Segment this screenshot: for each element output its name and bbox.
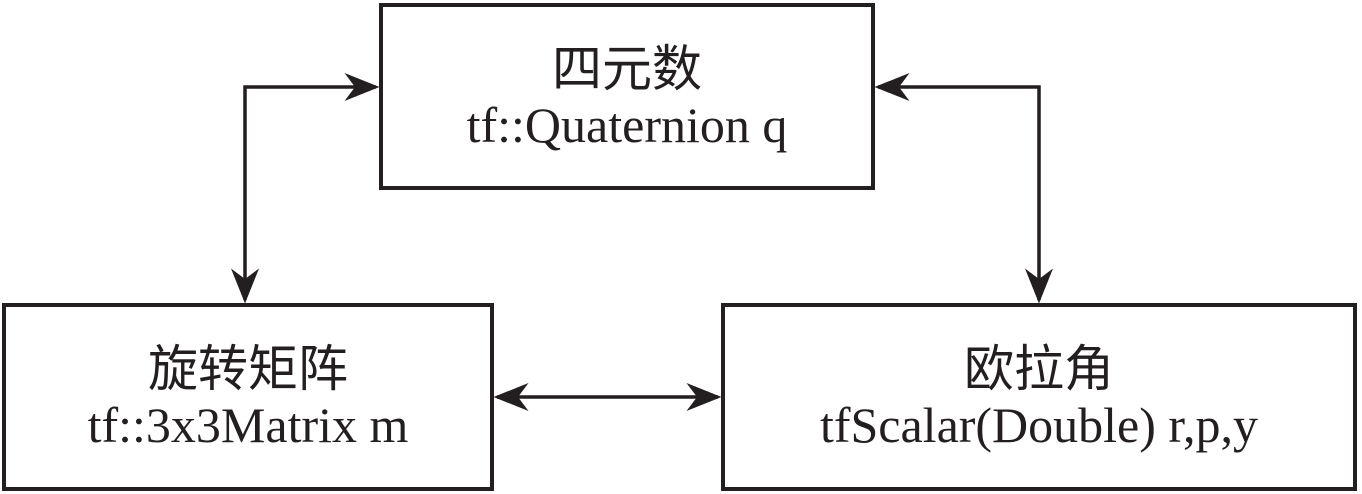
euler-angles-node: 欧拉角 tfScalar(Double) r,p,y	[721, 303, 1357, 491]
quaternion-code: tf::Quaternion q	[466, 96, 788, 153]
euler-angles-title: 欧拉角	[964, 341, 1114, 397]
rotation-matrix-title: 旋转矩阵	[148, 341, 348, 397]
euler-angles-code: tfScalar(Double) r,p,y	[819, 397, 1259, 453]
rotation-matrix-code: tf::3x3Matrix m	[87, 397, 409, 453]
edge-quaternion-rotation-matrix	[231, 73, 380, 304]
quaternion-node: 四元数 tf::Quaternion q	[379, 3, 875, 190]
rotation-matrix-node: 旋转矩阵 tf::3x3Matrix m	[2, 303, 494, 491]
edge-quaternion-euler-angles	[874, 73, 1053, 304]
quaternion-title: 四元数	[552, 40, 702, 97]
